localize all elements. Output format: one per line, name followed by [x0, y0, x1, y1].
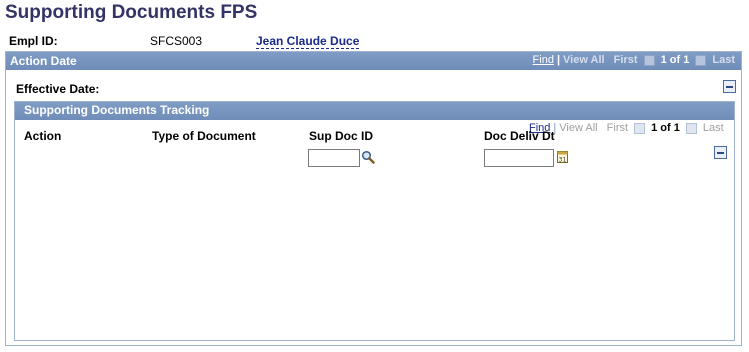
action-date-title: Action Date — [10, 54, 77, 68]
calendar-icon[interactable]: 31 — [556, 150, 570, 164]
col-type-of-document: Type of Document — [152, 129, 256, 143]
action-date-group: Action Date Find | View All First 1 of 1 L… — [5, 51, 742, 346]
action-date-nav: Find | View All First 1 of 1 Last — [533, 54, 735, 66]
tracking-view-all: View All — [559, 122, 598, 134]
svg-text:31: 31 — [559, 156, 567, 163]
action-date-first: First — [613, 54, 638, 67]
sup-doc-id-input[interactable] — [308, 149, 360, 167]
magnifier-icon[interactable] — [361, 150, 375, 164]
tracking-header: Supporting Documents Tracking — [15, 102, 734, 120]
tracking-first: First — [606, 122, 629, 134]
page-title: Supporting Documents FPS — [5, 2, 258, 23]
doc-deliv-dt-input[interactable] — [484, 149, 554, 167]
col-sup-doc-id: Sup Doc ID — [309, 129, 374, 143]
empl-id-value: SFCS003 — [150, 34, 203, 48]
arrow-left-icon — [634, 122, 646, 134]
employee-name-link[interactable]: Jean Claude Duce — [256, 34, 360, 49]
action-date-find-link[interactable]: Find — [533, 54, 554, 66]
tracking-nav: Find | View All First 1 of 1 Last — [529, 122, 734, 137]
arrow-right-icon — [685, 122, 697, 134]
action-date-last: Last — [712, 54, 735, 67]
action-date-header: Action Date Find | View All First 1 of 1 L… — [6, 52, 741, 70]
action-date-position: 1 of 1 — [660, 54, 690, 67]
col-action: Action — [24, 129, 62, 143]
nav-separator: | — [556, 54, 561, 67]
tracking-title: Supporting Documents Tracking — [24, 103, 210, 117]
effective-date-label: Effective Date: — [16, 82, 100, 96]
tracking-last: Last — [702, 122, 724, 134]
tracking-position: 1 of 1 — [651, 122, 680, 134]
collapse-action-date-button[interactable] — [723, 80, 736, 93]
action-date-view-all: View All — [563, 54, 605, 67]
arrow-right-icon — [695, 54, 707, 66]
col-doc-deliv-dt: Doc Deliv Dt — [484, 129, 555, 143]
collapse-tracking-row-button[interactable] — [714, 146, 727, 159]
arrow-left-icon — [643, 54, 655, 66]
supporting-docs-tracking-group: Supporting Documents Tracking Find | View … — [14, 101, 735, 341]
empl-id-label: Empl ID: — [9, 34, 58, 48]
